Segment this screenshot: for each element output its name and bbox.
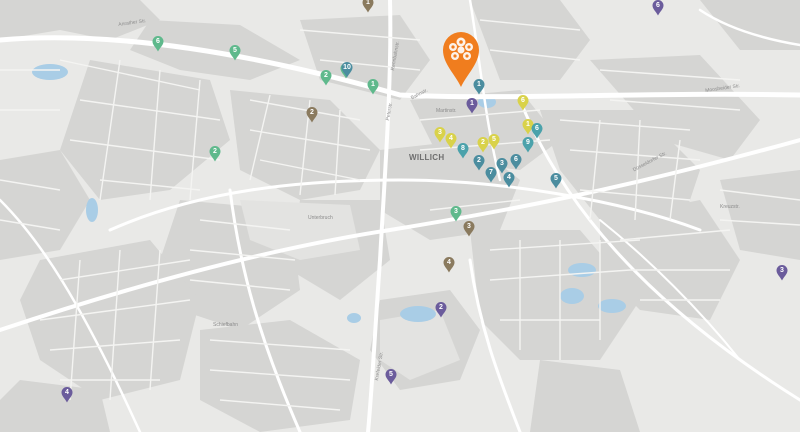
map-pin[interactable]: 5 bbox=[550, 173, 562, 189]
map-pin-number: 5 bbox=[389, 371, 393, 378]
map-pin-number: 6 bbox=[514, 156, 518, 163]
map-pin[interactable]: 6 bbox=[517, 95, 529, 111]
map-pin[interactable]: 6 bbox=[652, 0, 664, 16]
map-pin-number: 5 bbox=[554, 175, 558, 182]
map-pin[interactable]: 5 bbox=[229, 45, 241, 61]
map-pin[interactable]: 1 bbox=[473, 79, 485, 95]
map-pin-number: 4 bbox=[447, 259, 451, 266]
map-pin-number: 7 bbox=[489, 169, 493, 176]
map-pin[interactable]: 2 bbox=[306, 107, 318, 123]
map-pin-number: 10 bbox=[343, 64, 351, 71]
map-pin-number: 3 bbox=[780, 267, 784, 274]
map-pin[interactable]: 1 bbox=[362, 0, 374, 13]
map-pin[interactable]: 6 bbox=[152, 36, 164, 52]
map-pin-number: 6 bbox=[535, 125, 539, 132]
map-pin-number: 4 bbox=[65, 389, 69, 396]
map-pin[interactable]: 6 bbox=[510, 154, 522, 170]
map-pin-number: 8 bbox=[461, 145, 465, 152]
map-pin-number: 4 bbox=[449, 135, 453, 142]
map-pin-number: 1 bbox=[371, 81, 375, 88]
map-pin-number: 2 bbox=[213, 148, 217, 155]
map-pin[interactable]: 2 bbox=[320, 70, 332, 86]
map-pin[interactable]: 2 bbox=[209, 146, 221, 162]
map-pin-number: 1 bbox=[470, 100, 474, 107]
street-label: Unterbruch bbox=[308, 215, 333, 221]
street-label: Martinstr. bbox=[436, 108, 457, 114]
map-pin[interactable]: 1 bbox=[466, 98, 478, 114]
map-pin-number: 5 bbox=[233, 47, 237, 54]
map-pin[interactable]: 3 bbox=[450, 206, 462, 222]
street-label: Kreuzstr. bbox=[720, 204, 740, 210]
map-pin[interactable]: 4 bbox=[61, 387, 73, 403]
map-pin-number: 3 bbox=[454, 208, 458, 215]
map-pin-number: 2 bbox=[477, 157, 481, 164]
town-label: WILLICH bbox=[409, 153, 445, 162]
map-canvas[interactable]: WILLICH Moosheider Str. Anrather Str. Ba… bbox=[0, 0, 800, 432]
map-pin[interactable]: 2 bbox=[435, 302, 447, 318]
map-pin[interactable]: 3 bbox=[463, 221, 475, 237]
base-map bbox=[0, 0, 800, 432]
map-pin[interactable]: 5 bbox=[385, 369, 397, 385]
map-pin-number: 6 bbox=[521, 97, 525, 104]
map-pin-number: 5 bbox=[492, 136, 496, 143]
map-pin[interactable]: 4 bbox=[503, 172, 515, 188]
map-pin-number: 1 bbox=[366, 0, 370, 6]
map-pin-number: 1 bbox=[477, 81, 481, 88]
map-pin-number: 9 bbox=[526, 139, 530, 146]
map-pin-number: 6 bbox=[656, 2, 660, 9]
map-pin-number: 2 bbox=[439, 304, 443, 311]
map-pin-number: 3 bbox=[500, 160, 504, 167]
map-pin-number: 2 bbox=[324, 72, 328, 79]
street-label: Schiefbahn bbox=[213, 322, 239, 328]
map-pin[interactable]: 2 bbox=[473, 155, 485, 171]
map-pin[interactable]: 9 bbox=[522, 137, 534, 153]
map-pin[interactable]: 1 bbox=[367, 79, 379, 95]
map-pin-number: 2 bbox=[310, 109, 314, 116]
map-pin-number: 3 bbox=[467, 223, 471, 230]
map-pin-number: 6 bbox=[156, 38, 160, 45]
map-pin[interactable]: 4 bbox=[445, 133, 457, 149]
map-pin[interactable]: 7 bbox=[485, 167, 497, 183]
map-pin[interactable]: 10 bbox=[341, 62, 353, 78]
map-pin[interactable]: 5 bbox=[488, 134, 500, 150]
map-pin[interactable]: 4 bbox=[443, 257, 455, 273]
map-pin[interactable]: 3 bbox=[776, 265, 788, 281]
map-pin-number: 4 bbox=[507, 174, 511, 181]
map-pin[interactable]: 8 bbox=[457, 143, 469, 159]
